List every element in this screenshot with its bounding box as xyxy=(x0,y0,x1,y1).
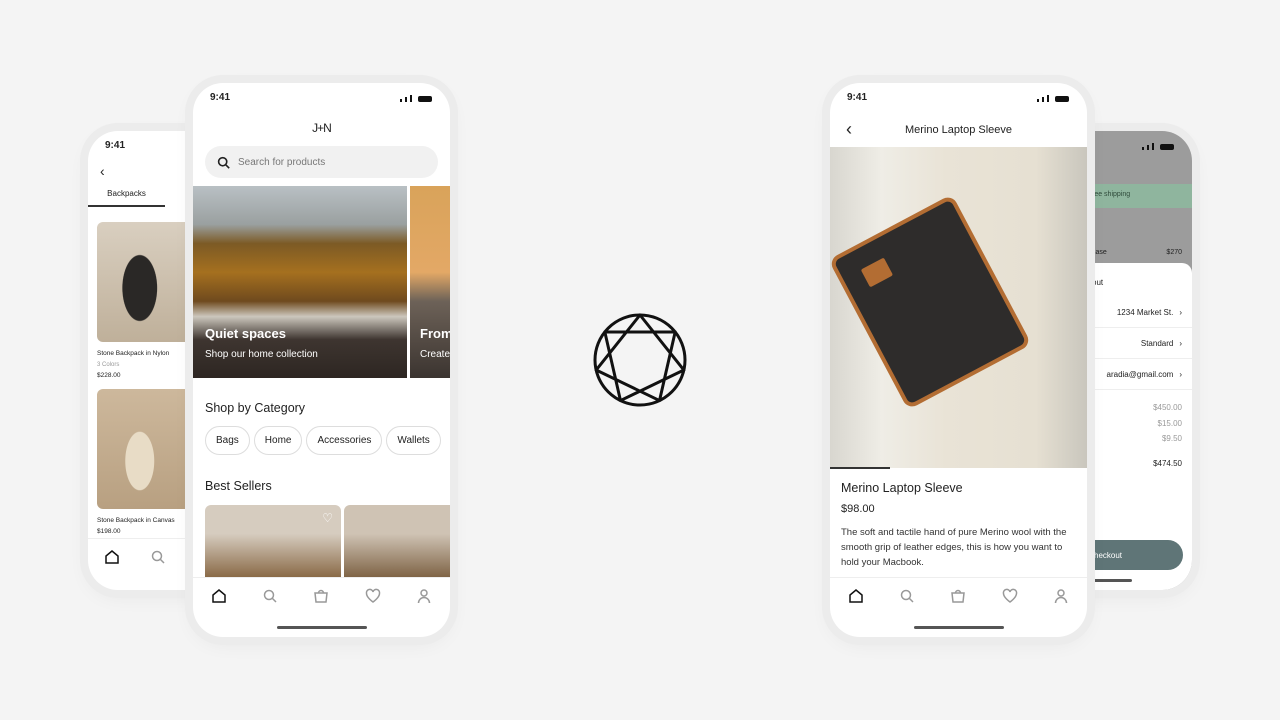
bag-icon[interactable] xyxy=(950,588,966,637)
phone-product: 9:41 ‹ Merino Laptop Sleeve Merino Lapto… xyxy=(830,83,1087,637)
home-indicator xyxy=(276,626,367,629)
chevron-right-icon: › xyxy=(1179,307,1182,317)
subtotal-value: $450.00 xyxy=(1153,403,1182,412)
address-row[interactable]: 1234 Market St. › xyxy=(1092,297,1192,328)
heptagram-logo-icon xyxy=(593,313,687,407)
hero-subtitle: Shop our home collection xyxy=(205,349,318,360)
home-indicator xyxy=(913,626,1004,629)
search-icon xyxy=(217,156,230,169)
product-image[interactable] xyxy=(344,505,450,577)
phone-home: 9:41 J+N Search for products Quiet space… xyxy=(193,83,450,637)
brand-logo[interactable]: J+N xyxy=(193,121,450,135)
checkout-button[interactable]: heckout xyxy=(1072,540,1183,570)
product-name: Merino Laptop Sleeve xyxy=(841,481,963,495)
category-chip[interactable]: Accessories xyxy=(306,426,383,455)
total-value: $474.50 xyxy=(1153,458,1182,468)
page-title: Merino Laptop Sleeve xyxy=(904,124,1012,136)
profile-icon[interactable] xyxy=(416,588,432,637)
product-description: The soft and tactile hand of pure Merino… xyxy=(841,527,1067,568)
shipping-row[interactable]: Standard › xyxy=(1092,328,1192,359)
tab-backpacks[interactable]: Backpacks xyxy=(88,189,165,207)
heart-icon[interactable] xyxy=(365,588,381,637)
product-name[interactable]: Stone Backpack in Nylon xyxy=(97,350,169,357)
category-chip[interactable]: Bags xyxy=(205,426,250,455)
email-row[interactable]: aradia@gmail.com › xyxy=(1092,359,1192,390)
category-chip[interactable]: Wallets xyxy=(386,426,441,455)
profile-icon[interactable] xyxy=(1053,588,1069,637)
hero-title: From xyxy=(420,326,450,341)
home-icon[interactable] xyxy=(211,588,227,637)
status-time: 9:41 xyxy=(847,92,868,103)
search-input[interactable]: Search for products xyxy=(205,146,438,178)
back-button[interactable]: ‹ xyxy=(100,163,105,179)
hero-card[interactable]: Quiet spaces Shop our home collection xyxy=(193,186,407,378)
laptop-sleeve xyxy=(830,194,1032,410)
product-hero-image[interactable] xyxy=(830,147,1087,468)
signal-battery-icon xyxy=(400,95,432,102)
shipping-value: Standard xyxy=(1140,338,1174,348)
home-icon[interactable] xyxy=(104,549,120,570)
status-time: 9:41 xyxy=(210,92,231,103)
home-icon[interactable] xyxy=(848,588,864,637)
sheet-title: out xyxy=(1092,278,1104,287)
status-time: 9:41 xyxy=(105,140,126,151)
signal-battery-icon xyxy=(1037,95,1069,102)
product-image[interactable] xyxy=(97,389,192,509)
search-icon[interactable] xyxy=(150,549,166,570)
cart-item: case $270 xyxy=(1092,249,1182,256)
address-value: 1234 Market St. xyxy=(1116,307,1174,317)
search-placeholder: Search for products xyxy=(238,156,326,168)
chevron-right-icon: › xyxy=(1179,338,1182,348)
chevron-right-icon: › xyxy=(1179,369,1182,379)
product-colors: 3 Colors xyxy=(97,362,120,368)
hero-subtitle: Create xyxy=(420,349,450,360)
heart-icon[interactable] xyxy=(1002,588,1018,637)
category-chip[interactable]: Home xyxy=(253,426,303,455)
signal-battery-icon xyxy=(1142,143,1174,150)
heart-icon[interactable]: ♡ xyxy=(322,511,333,525)
shipping-cost-value: $15.00 xyxy=(1157,418,1182,428)
hero-card[interactable]: From Create xyxy=(410,186,450,378)
cart-item-price: $270 xyxy=(1166,249,1182,256)
tax-value: $9.50 xyxy=(1161,434,1182,443)
product-image[interactable]: ♡ xyxy=(205,505,341,577)
product-price: $98.00 xyxy=(841,503,875,515)
product-name[interactable]: Stone Backpack in Canvas xyxy=(97,517,175,524)
search-icon[interactable] xyxy=(262,588,278,637)
cart-item-name: case xyxy=(1092,249,1107,256)
email-value: aradia@gmail.com xyxy=(1106,369,1174,379)
product-price: $198.00 xyxy=(97,528,121,535)
product-price: $228.00 xyxy=(97,372,121,379)
home-indicator xyxy=(1092,579,1132,582)
search-icon[interactable] xyxy=(899,588,915,637)
bag-icon[interactable] xyxy=(313,588,329,637)
hero-title: Quiet spaces xyxy=(205,326,286,341)
product-image[interactable] xyxy=(97,222,192,342)
section-title: Best Sellers xyxy=(205,479,272,493)
section-title: Shop by Category xyxy=(205,401,306,415)
